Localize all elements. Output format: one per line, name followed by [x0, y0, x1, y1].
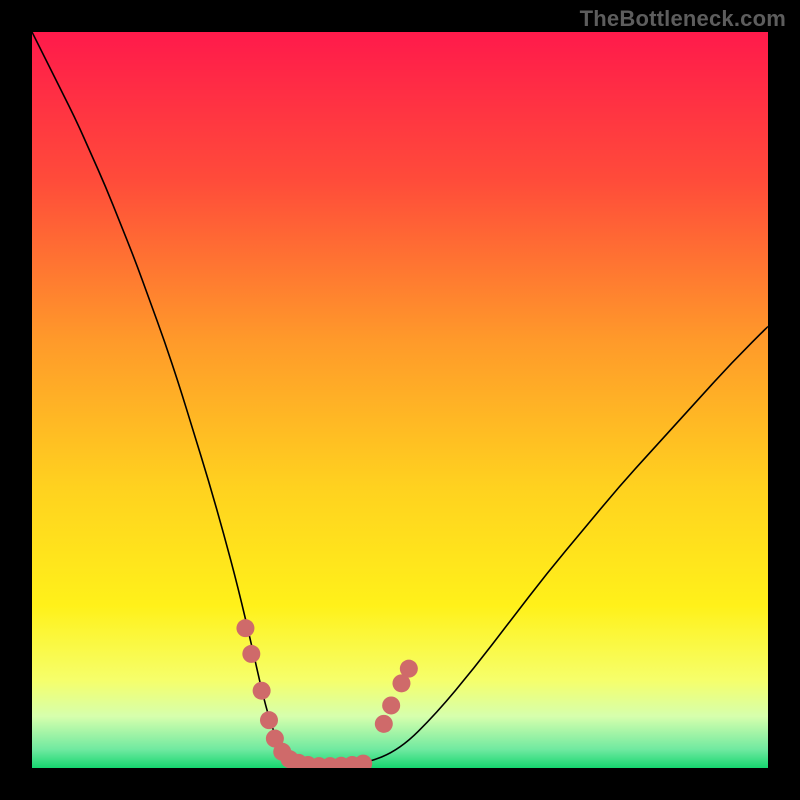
highlight-dot	[400, 660, 418, 678]
highlight-dot	[375, 715, 393, 733]
highlight-dot	[260, 711, 278, 729]
watermark-text: TheBottleneck.com	[580, 6, 786, 32]
highlight-dot	[382, 696, 400, 714]
highlight-dot	[253, 682, 271, 700]
highlight-dot	[242, 645, 260, 663]
chart-frame: TheBottleneck.com	[0, 0, 800, 800]
highlight-dot	[236, 619, 254, 637]
plot-area	[32, 32, 768, 768]
bottleneck-chart	[32, 32, 768, 768]
gradient-background	[32, 32, 768, 768]
